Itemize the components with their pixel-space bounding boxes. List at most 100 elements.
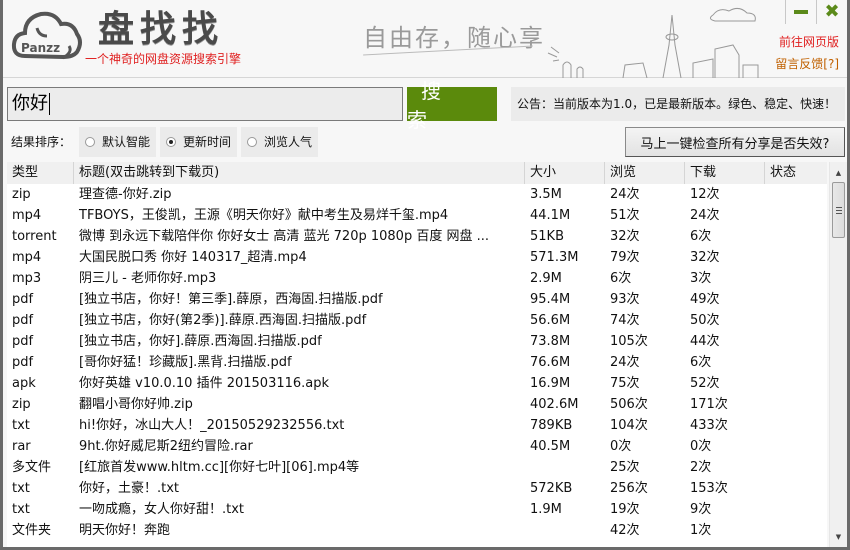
table-row[interactable]: mp4 大国民脱口秀 你好 140317_超清.mp4 571.3M 79次 32次 [7, 247, 827, 268]
cell-size: 571.3M [530, 250, 579, 265]
cell-size: 16.9M [530, 376, 571, 391]
cell-title: [红旅首发www.hltm.cc][你好七叶][06].mp4等 [79, 460, 360, 475]
cell-size: 2.9M [530, 271, 562, 286]
cell-views: 104次 [610, 418, 648, 433]
cell-title: 阴三儿 - 老师你好.mp3 [79, 271, 217, 286]
sort-option-popularity[interactable]: 浏览人气 [241, 127, 319, 157]
cell-views: 105次 [610, 334, 648, 349]
minimize-button[interactable] [785, 0, 816, 24]
search-input[interactable]: 你好 [7, 87, 403, 121]
cell-size: 3.5M [530, 187, 562, 202]
cell-size [525, 457, 605, 478]
table-row[interactable]: txt hi!你好，冰山大人！_20150529232556.txt 789KB 10… [7, 415, 827, 436]
cell-downloads: 9次 [690, 502, 712, 517]
cell-type: 文件夹 [12, 523, 52, 538]
column-header-status[interactable]: 状态 [765, 162, 827, 184]
scrollbar-thumb[interactable] [832, 182, 845, 238]
scroll-down-arrow-icon[interactable]: ▼ [830, 528, 847, 545]
cell-downloads: 49次 [690, 292, 720, 307]
table-row[interactable]: mp4 TFBOYS，王俊凯，王源《明天你好》献中考生及易烊千玺.mp4 44.1M… [7, 205, 827, 226]
cell-size [525, 520, 605, 541]
cell-downloads: 32次 [690, 250, 720, 265]
cell-size: 1.9M [530, 502, 562, 517]
table-header: 类型 标题(双击跳转到下载页) 大小 浏览 下载 状态 [7, 162, 827, 184]
cell-type: zip [12, 187, 31, 202]
cell-downloads: 24次 [690, 208, 720, 223]
cell-type: mp3 [12, 271, 42, 286]
cell-title: 9ht.你好威尼斯2纽约冒险.rar [79, 439, 253, 454]
cell-title: 大国民脱口秀 你好 140317_超清.mp4 [79, 250, 307, 265]
table-row[interactable]: pdf [哥你好猛！珍藏版].黑背.扫描版.pdf 76.6M 24次 6次 [7, 352, 827, 373]
cell-type: txt [12, 481, 30, 496]
cell-status [765, 436, 827, 457]
cell-size: 95.4M [530, 292, 571, 307]
table-row[interactable]: 多文件 [红旅首发www.hltm.cc][你好七叶][06].mp4等 25次 2次 [7, 457, 827, 478]
cell-views: 42次 [610, 523, 640, 538]
cell-views: 74次 [610, 313, 640, 328]
table-row[interactable]: pdf [独立书店，你好(第2季)].薛原.西海固.扫描版.pdf 56.6M 74次… [7, 310, 827, 331]
column-header-title[interactable]: 标题(双击跳转到下载页) [74, 162, 525, 184]
cell-views: 6次 [610, 271, 632, 286]
table-row[interactable]: txt 一吻成瘾，女人你好甜！.txt 1.9M 19次 9次 [7, 499, 827, 520]
sort-option-default[interactable]: 默认智能 [79, 127, 157, 157]
column-header-views[interactable]: 浏览 [605, 162, 685, 184]
cell-downloads: 1次 [690, 523, 712, 538]
cell-status [765, 184, 827, 205]
notice-banner: 公告：当前版本为1.0，已是最新版本。绿色、稳定、快速！ [511, 87, 845, 121]
column-header-size[interactable]: 大小 [525, 162, 605, 184]
cell-views: 51次 [610, 208, 640, 223]
cell-size: 76.6M [530, 355, 571, 370]
cell-downloads: 153次 [690, 481, 728, 496]
cell-type: mp4 [12, 250, 42, 265]
cell-type: pdf [12, 313, 34, 328]
table-row[interactable]: torrent 微博 到永远下载陪伴你 你好女士 高清 蓝光 720p 1080p… [7, 226, 827, 247]
feedback-link[interactable]: 留言反馈[?] [775, 55, 839, 72]
radio-icon[interactable] [85, 137, 95, 147]
cell-title: 你好，土豪！.txt [79, 481, 180, 496]
close-button[interactable]: ✖ [816, 0, 847, 24]
cell-title: 理查德-你好.zip [79, 187, 172, 202]
cell-size: 572KB [530, 481, 573, 496]
sort-option-label: 更新时间 [183, 135, 232, 149]
cell-downloads: 12次 [690, 187, 720, 202]
web-version-link[interactable]: 前往网页版 [779, 33, 839, 50]
table-row[interactable]: txt 你好，土豪！.txt 572KB 256次 153次 [7, 478, 827, 499]
sort-option-update-time[interactable]: 更新时间 [160, 127, 238, 157]
cell-downloads: 6次 [690, 229, 712, 244]
cell-title: 微博 到永远下载陪伴你 你好女士 高清 蓝光 720p 1080p 百度 网盘 … [79, 229, 489, 244]
cell-status [765, 478, 827, 499]
table-row[interactable]: pdf [独立书店，你好！第三季].薛原，西海固.扫描版.pdf 95.4M 93次 4… [7, 289, 827, 310]
cell-status [765, 373, 827, 394]
cell-downloads: 3次 [690, 271, 712, 286]
cell-type: txt [12, 502, 30, 517]
cell-views: 19次 [610, 502, 640, 517]
cell-status [765, 205, 827, 226]
table-row[interactable]: mp3 阴三儿 - 老师你好.mp3 2.9M 6次 3次 [7, 268, 827, 289]
scroll-up-arrow-icon[interactable]: ▲ [830, 164, 847, 181]
cell-size: 51KB [530, 229, 564, 244]
cell-size: 44.1M [530, 208, 571, 223]
check-shares-button[interactable]: 马上一键检查所有分享是否失效? [625, 127, 845, 157]
radio-icon[interactable] [247, 137, 257, 147]
column-header-type[interactable]: 类型 [7, 162, 74, 184]
cell-status [765, 415, 827, 436]
radio-checked-icon[interactable] [166, 137, 176, 147]
table-row[interactable]: rar 9ht.你好威尼斯2纽约冒险.rar 40.5M 0次 0次 [7, 436, 827, 457]
table-body: zip 理查德-你好.zip 3.5M 24次 12次 mp4 TFBOYS，王俊凯，王源《… [7, 184, 827, 541]
table-row[interactable]: zip 翻唱小哥你好帅.zip 402.6M 506次 171次 [7, 394, 827, 415]
cell-downloads: 44次 [690, 334, 720, 349]
table-row[interactable]: 文件夹 明天你好！奔跑 42次 1次 [7, 520, 827, 541]
search-button[interactable]: 搜 索 [407, 79, 497, 132]
cell-title: 明天你好！奔跑 [79, 523, 171, 538]
cell-title: [独立书店，你好(第2季)].薛原.西海固.扫描版.pdf [79, 313, 367, 328]
logo-text: Panzz [21, 41, 60, 55]
table-row[interactable]: zip 理查德-你好.zip 3.5M 24次 12次 [7, 184, 827, 205]
table-row[interactable]: apk 你好英雄 v10.0.10 插件 201503116.apk 16.9M 75… [7, 373, 827, 394]
column-header-downloads[interactable]: 下载 [685, 162, 765, 184]
cell-size: 73.8M [530, 334, 571, 349]
vertical-scrollbar[interactable]: ▲ ▼ [829, 162, 847, 547]
cell-title: [哥你好猛！珍藏版].黑背.扫描版.pdf [79, 355, 292, 370]
table-row[interactable]: pdf [独立书店，你好].薛原.西海固.扫描版.pdf 73.8M 105次 44次 [7, 331, 827, 352]
cell-status [765, 352, 827, 373]
cell-type: pdf [12, 355, 34, 370]
